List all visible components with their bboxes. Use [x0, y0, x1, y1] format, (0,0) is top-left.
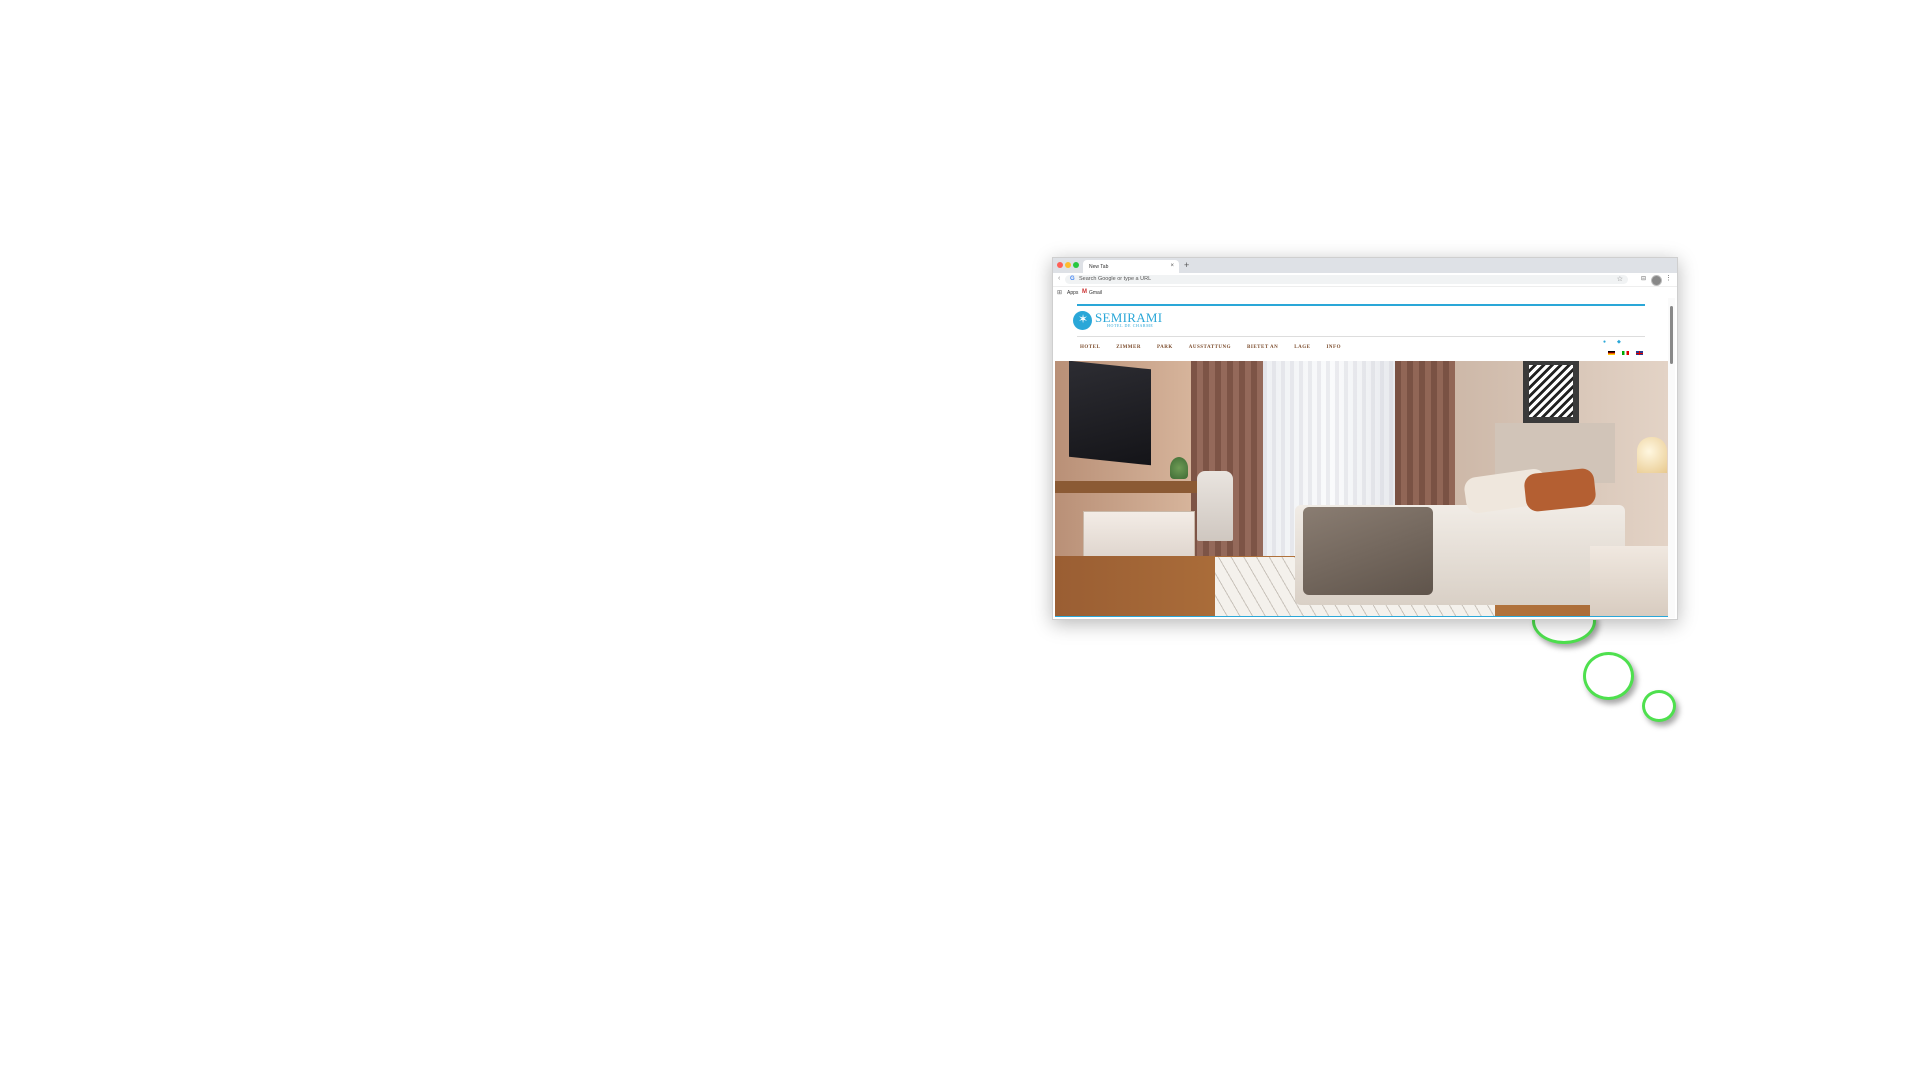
new-tab-button[interactable]: +: [1184, 260, 1189, 271]
footer-accent-line: [1055, 616, 1668, 617]
back-icon[interactable]: ‹: [1058, 275, 1060, 282]
nav-item-hotel[interactable]: HOTEL: [1080, 345, 1100, 350]
address-placeholder: Search Google or type a URL: [1079, 276, 1152, 282]
page-viewport: SEMIRAMI HOTEL DE CHARME ● ◆ HOTEL ZIMME…: [1055, 298, 1668, 618]
nav-item-bietet-an[interactable]: BIETET AN: [1247, 345, 1278, 350]
browser-toolbar: ‹ G Search Google or type a URL ☆ ⊟ ⋮: [1053, 273, 1677, 287]
hero-room-image: [1055, 361, 1668, 616]
maximize-window-button[interactable]: [1073, 262, 1079, 268]
browser-window: New Tab × + ‹ G Search Google or type a …: [1052, 257, 1678, 620]
extension-icon[interactable]: ⊟: [1641, 275, 1646, 282]
flag-italian-icon[interactable]: [1622, 351, 1629, 355]
header-accent-line: [1077, 304, 1645, 306]
minimize-window-button[interactable]: [1065, 262, 1071, 268]
logo-emblem-icon[interactable]: [1073, 311, 1092, 330]
bookmark-gmail[interactable]: Gmail: [1089, 290, 1102, 296]
nav-item-lage[interactable]: LAGE: [1294, 345, 1310, 350]
nav-item-park[interactable]: PARK: [1157, 345, 1173, 350]
main-nav: HOTEL ZIMMER PARK AUSSTATTUNG BIETET AN …: [1080, 345, 1341, 350]
bookmarks-bar: ⊞ Apps M Gmail: [1053, 287, 1677, 298]
page-scrollbar[interactable]: [1668, 298, 1675, 618]
bookmark-star-icon[interactable]: ☆: [1617, 275, 1623, 283]
site-logo-tagline: HOTEL DE CHARME: [1107, 323, 1154, 328]
apps-grid-icon[interactable]: ⊞: [1057, 289, 1062, 296]
nav-divider: [1077, 336, 1645, 337]
tab-title: New Tab: [1089, 264, 1109, 270]
scrollbar-thumb[interactable]: [1670, 306, 1673, 364]
language-switcher: [1608, 351, 1643, 355]
flag-german-icon[interactable]: [1608, 351, 1615, 355]
nav-item-zimmer[interactable]: ZIMMER: [1116, 345, 1141, 350]
nav-item-info[interactable]: INFO: [1326, 345, 1341, 350]
address-bar[interactable]: G Search Google or type a URL ☆: [1065, 275, 1628, 284]
browser-menu-icon[interactable]: ⋮: [1665, 274, 1672, 282]
bookmark-apps[interactable]: Apps: [1067, 290, 1078, 296]
thought-bubble-small: [1642, 690, 1676, 722]
twitter-icon[interactable]: ◆: [1617, 339, 1621, 345]
tab-new-tab[interactable]: New Tab ×: [1083, 260, 1179, 273]
facebook-icon[interactable]: ●: [1603, 339, 1606, 345]
google-icon: G: [1070, 276, 1075, 282]
profile-avatar[interactable]: [1651, 275, 1662, 286]
flag-english-icon[interactable]: [1636, 351, 1643, 355]
tab-bar: New Tab × +: [1053, 258, 1677, 273]
tab-close-icon[interactable]: ×: [1170, 263, 1174, 269]
gmail-icon[interactable]: M: [1082, 289, 1087, 295]
nav-item-ausstattung[interactable]: AUSSTATTUNG: [1189, 345, 1231, 350]
close-window-button[interactable]: [1057, 262, 1063, 268]
thought-bubble-medium: [1583, 652, 1634, 700]
